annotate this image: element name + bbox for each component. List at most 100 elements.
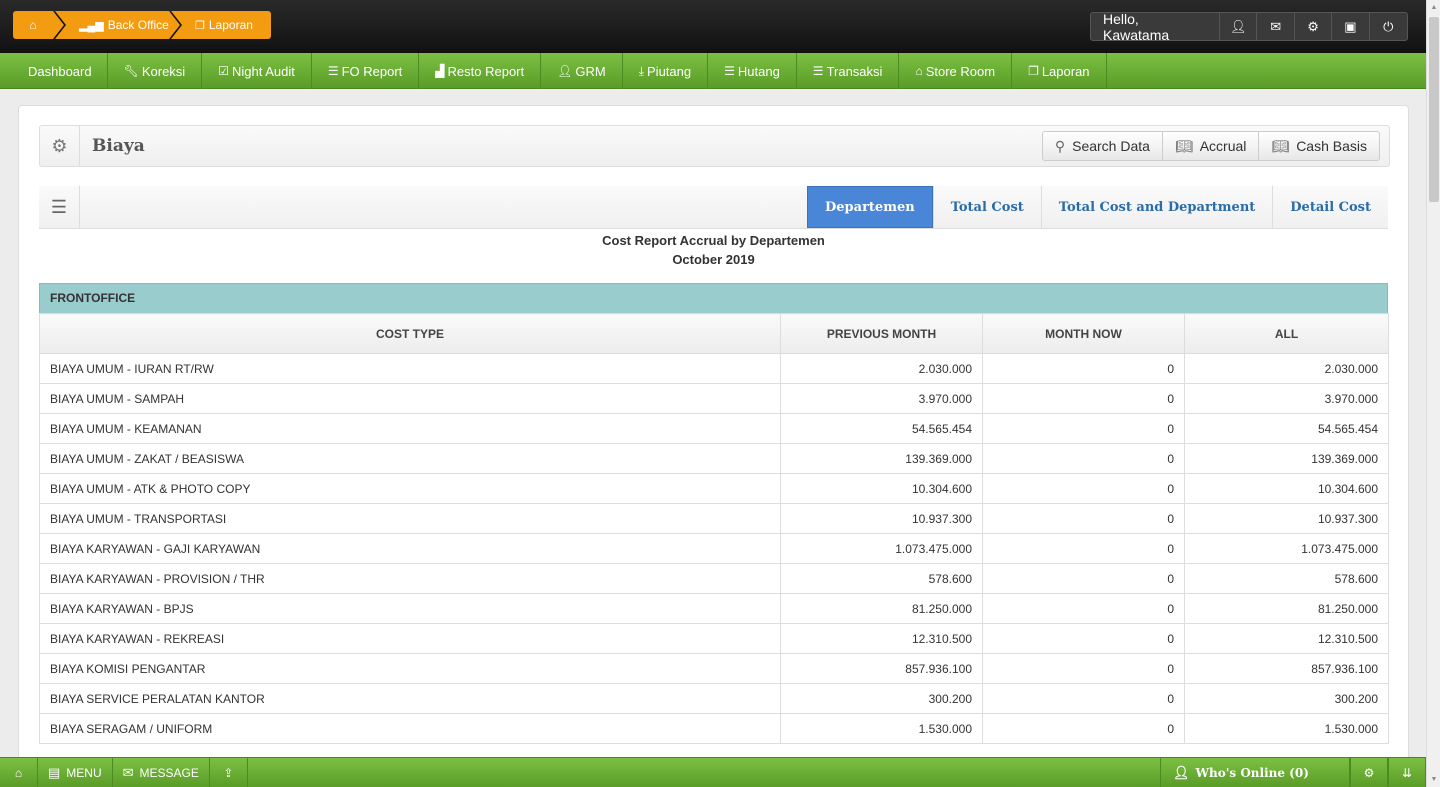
accrual-button[interactable]: 📖︎ Accrual — [1163, 132, 1260, 160]
home-icon: ⌂ — [29, 18, 37, 32]
amount-cell: 54.565.454 — [780, 413, 983, 444]
amount-cell: 578.600 — [780, 563, 983, 594]
amount-cell: 0 — [982, 503, 1185, 534]
tab-total-cost[interactable]: Total Cost — [932, 186, 1041, 228]
document-icon: ❐ — [1028, 64, 1039, 78]
amount-cell: 2.030.000 — [1184, 353, 1389, 384]
amount-cell: 0 — [982, 713, 1185, 744]
page-scrollbar[interactable]: ▲ ▼ — [1426, 0, 1440, 787]
amount-cell: 3.970.000 — [780, 383, 983, 414]
scroll-up-arrow[interactable]: ▲ — [1427, 0, 1440, 15]
nav-grm[interactable]: 👤︎ GRM — [541, 53, 623, 89]
page-header: ⚙ Biaya ⚲ Search Data 📖︎ Accrual 📖︎ Cash Ba… — [39, 125, 1390, 167]
amount-cell: 1.530.000 — [1184, 713, 1389, 744]
nav-hutang[interactable]: ☰ Hutang — [708, 53, 797, 89]
report-heading: Cost Report Accrual by Departemen Octobe… — [39, 231, 1388, 269]
nav-transaksi[interactable]: ☰ Transaksi — [797, 53, 900, 89]
menu-button[interactable]: ▤ MENU — [38, 757, 113, 787]
check-square-icon: ☑ — [218, 64, 229, 78]
breadcrumb-home[interactable]: ⌂ — [13, 11, 66, 39]
download-icon: ⤓ — [638, 63, 645, 78]
table-header-row: COST TYPE PREVIOUS MONTH MONTH NOW ALL — [39, 313, 1389, 354]
amount-cell: 0 — [982, 443, 1185, 474]
search-data-button[interactable]: ⚲ Search Data — [1043, 132, 1163, 160]
list-icon[interactable]: ☰ — [39, 186, 80, 228]
upload-button[interactable]: ⇪ — [210, 757, 248, 787]
cash-basis-button[interactable]: 📖︎ Cash Basis — [1259, 132, 1379, 160]
tab-detail-cost[interactable]: Detail Cost — [1272, 186, 1388, 228]
table-row: BIAYA KOMISI PENGANTAR 857.936.100 0 857.93… — [39, 653, 1389, 684]
scroll-thumb[interactable] — [1429, 17, 1439, 202]
amount-cell: 857.936.100 — [780, 653, 983, 684]
nav-night-audit[interactable]: ☑ Night Audit — [202, 53, 312, 89]
logout-button[interactable]: ⏻ — [1370, 13, 1407, 40]
breadcrumb-laporan[interactable]: ❐ Laporan — [171, 11, 271, 39]
main-nav: Dashboard 🔧︎ Koreksi ☑ Night Audit ☰ FO Rep… — [0, 53, 1426, 89]
cost-type-cell: BIAYA SERAGAM / UNIFORM — [39, 713, 781, 744]
mail-button[interactable]: ✉ — [1257, 13, 1295, 40]
cost-type-cell: BIAYA UMUM - SAMPAH — [39, 383, 781, 414]
mail-icon: ✉ — [122, 764, 134, 780]
collapse-button[interactable]: ⇊ — [1388, 758, 1426, 787]
amount-cell: 81.250.000 — [1184, 593, 1389, 624]
table-row: BIAYA KARYAWAN - GAJI KARYAWAN 1.073.475.… — [39, 533, 1389, 564]
scroll-down-arrow[interactable]: ▼ — [1427, 772, 1440, 787]
gear-icon: ⚙ — [1363, 766, 1375, 780]
nav-fo-report[interactable]: ☰ FO Report — [312, 53, 420, 89]
cost-type-cell: BIAYA KARYAWAN - REKREASI — [39, 623, 781, 654]
user-icon: 👤︎ — [1230, 18, 1247, 34]
home-button[interactable]: ⌂ — [0, 757, 38, 787]
amount-cell: 2.030.000 — [780, 353, 983, 384]
amount-cell: 300.200 — [1184, 683, 1389, 714]
amount-cell: 10.937.300 — [780, 503, 983, 534]
message-button[interactable]: ✉ MESSAGE — [113, 757, 210, 787]
settings-button[interactable]: ⚙ — [1295, 13, 1333, 40]
document-icon: ❐ — [195, 19, 205, 32]
column-header[interactable]: PREVIOUS MONTH — [780, 313, 983, 354]
bank-icon: ⌂ — [915, 64, 923, 78]
nav-piutang[interactable]: ⤓ Piutang — [623, 53, 709, 89]
nav-dashboard[interactable]: Dashboard — [0, 53, 108, 89]
amount-cell: 1.073.475.000 — [780, 533, 983, 564]
column-header[interactable]: COST TYPE — [39, 313, 781, 354]
amount-cell: 0 — [982, 473, 1185, 504]
nav-store-room[interactable]: ⌂ Store Room — [899, 53, 1013, 89]
table-row: BIAYA KARYAWAN - BPJS 81.250.000 0 81.250.0… — [39, 593, 1389, 624]
content-panel: ⚙ Biaya ⚲ Search Data 📖︎ Accrual 📖︎ Cash Ba… — [18, 105, 1409, 765]
column-header[interactable]: MONTH NOW — [982, 313, 1185, 354]
tab-total-cost-and-department[interactable]: Total Cost and Department — [1040, 186, 1273, 228]
mail-icon: ✉ — [1270, 18, 1282, 34]
nav-resto-report[interactable]: ▟ Resto Report — [419, 53, 542, 89]
whos-online-button[interactable]: 👤︎ Who's Online (0) — [1160, 758, 1350, 787]
column-header[interactable]: ALL — [1184, 313, 1389, 354]
table-row: BIAYA UMUM - ATK & PHOTO COPY 10.304.600 0… — [39, 473, 1389, 504]
briefcase-button[interactable]: ▣ — [1332, 13, 1370, 40]
cost-type-cell: BIAYA KARYAWAN - GAJI KARYAWAN — [39, 533, 781, 564]
cost-type-cell: BIAYA KARYAWAN - PROVISION / THR — [39, 563, 781, 594]
report-tabs: Departemen Total Cost Total Cost and Dep… — [807, 186, 1388, 228]
amount-cell: 0 — [982, 593, 1185, 624]
cost-type-cell: BIAYA KOMISI PENGANTAR — [39, 653, 781, 684]
cost-type-cell: BIAYA UMUM - KEAMANAN — [39, 413, 781, 444]
cost-type-cell: BIAYA KARYAWAN - BPJS — [39, 593, 781, 624]
cost-table: COST TYPE PREVIOUS MONTH MONTH NOW ALL B… — [39, 313, 1389, 744]
amount-cell: 10.304.600 — [1184, 473, 1389, 504]
settings-button[interactable]: ⚙ — [1350, 758, 1388, 787]
table-row: BIAYA KARYAWAN - REKREASI 12.310.500 0 12.3… — [39, 623, 1389, 654]
section-header: FRONTOFFICE — [39, 283, 1388, 314]
nav-laporan[interactable]: ❐ Laporan — [1012, 53, 1107, 89]
cost-type-cell: BIAYA UMUM - TRANSPORTASI — [39, 503, 781, 534]
arrow-up-icon: ⇪ — [223, 765, 234, 780]
tab-departemen[interactable]: Departemen — [807, 186, 933, 228]
table-row: BIAYA UMUM - IURAN RT/RW 2.030.000 0 2.030.… — [39, 353, 1389, 384]
list-icon: ☰ — [812, 64, 824, 78]
amount-cell: 12.310.500 — [1184, 623, 1389, 654]
table-row: BIAYA UMUM - TRANSPORTASI 10.937.300 0 10.9… — [39, 503, 1389, 534]
profile-button[interactable]: 👤︎ — [1220, 13, 1258, 40]
amount-cell: 0 — [982, 533, 1185, 564]
power-icon: ⏻ — [1383, 18, 1394, 34]
nav-koreksi[interactable]: 🔧︎ Koreksi — [108, 53, 203, 89]
breadcrumb-back-office[interactable]: ▂▄▆ Back Office — [55, 11, 182, 39]
amount-cell: 0 — [982, 353, 1185, 384]
tab-bar: ☰ Departemen Total Cost Total Cost and D… — [39, 186, 1388, 229]
